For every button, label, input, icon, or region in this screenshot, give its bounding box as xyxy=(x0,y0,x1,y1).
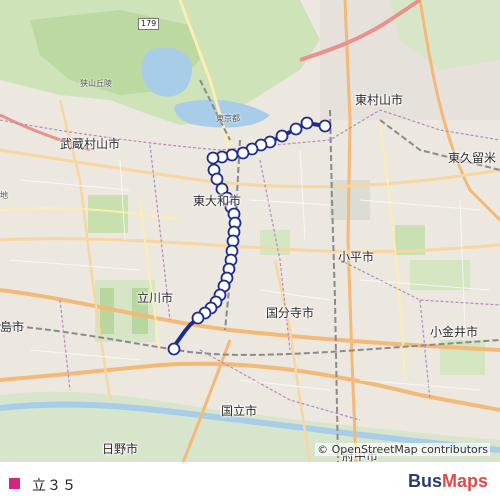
city-label-kunitachi: 国立市 xyxy=(221,404,258,418)
busmaps-logo[interactable]: BusMaps xyxy=(408,471,488,492)
route-color-swatch xyxy=(9,478,20,489)
map-view[interactable]: 179 狭山丘陵 東京都 地 東村山市 武蔵村山市 東久留米 東大和市 小平市 … xyxy=(0,0,500,462)
bus-stop[interactable] xyxy=(275,129,289,143)
city-label-koganei: 小金井市 xyxy=(430,325,479,339)
bus-stop[interactable] xyxy=(225,148,239,162)
city-label-tachikawa: 立川市 xyxy=(137,291,174,305)
city-label-hino: 日野市 xyxy=(102,442,139,456)
city-label-kodaira: 小平市 xyxy=(338,250,375,264)
city-label-akishima: 島市 xyxy=(0,320,25,334)
legend-bar: 立３５ BusMaps xyxy=(0,462,500,500)
city-label-higashiyamato: 東大和市 xyxy=(193,194,242,208)
chi-label: 地 xyxy=(0,191,8,200)
route-179-shield: 179 xyxy=(138,18,160,30)
route-overlay xyxy=(167,116,332,356)
bus-stop[interactable] xyxy=(206,151,220,165)
city-label-musashimurayama: 武蔵村山市 xyxy=(60,137,121,151)
tokyo-to-label: 東京都 xyxy=(216,114,240,123)
bus-stop[interactable] xyxy=(191,311,205,325)
bus-stop[interactable] xyxy=(289,122,303,136)
city-label-higashimurayama: 東村山市 xyxy=(355,93,404,107)
brand-maps: Maps xyxy=(441,471,488,491)
bus-stop[interactable] xyxy=(236,146,250,160)
osm-attribution[interactable]: © OpenStreetMap contributors xyxy=(315,443,490,456)
sayama-hills-label: 狭山丘陵 xyxy=(80,79,112,88)
bus-stop[interactable] xyxy=(300,116,314,130)
city-label-higashikurume: 東久留米 xyxy=(448,151,497,165)
route-name-label: 立３５ xyxy=(32,478,77,494)
brand-bus: Bus xyxy=(407,471,442,491)
bus-stop[interactable] xyxy=(167,342,181,356)
bus-stop[interactable] xyxy=(318,119,332,133)
city-label-kokubunji: 国分寺市 xyxy=(266,306,315,320)
